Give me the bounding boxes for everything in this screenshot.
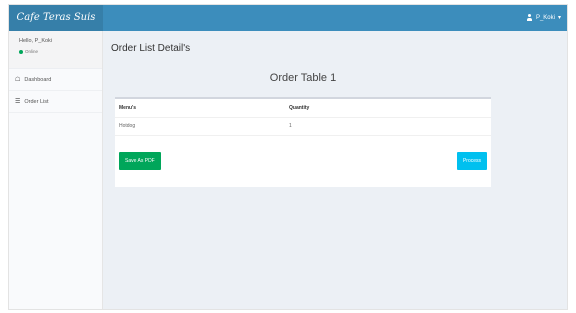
cell-menu: Hotdog bbox=[115, 117, 285, 136]
sidebar-item-order-list[interactable]: ☰ Order List bbox=[9, 91, 102, 113]
cell-quantity: 1 bbox=[285, 117, 491, 136]
sidebar-item-dashboard[interactable]: ☖ Dashboard bbox=[9, 69, 102, 91]
top-navbar: Cafe Teras Suis P_Koki ▾ bbox=[9, 5, 567, 31]
save-as-pdf-button[interactable]: Save As PDF bbox=[119, 152, 161, 170]
column-header-menu: Menu's bbox=[115, 99, 285, 118]
main-content: Order List Detail's Order Table 1 Menu's… bbox=[103, 31, 567, 309]
sidebar: Hello, P_Koki Online ☖ Dashboard ☰ Order… bbox=[9, 31, 103, 309]
caret-down-icon: ▾ bbox=[557, 15, 561, 21]
sidebar-item-label: Dashboard bbox=[24, 76, 52, 83]
online-status-icon bbox=[19, 49, 23, 54]
user-panel: Hello, P_Koki Online bbox=[9, 31, 102, 69]
list-icon: ☰ bbox=[15, 99, 21, 105]
table-title: Order Table 1 bbox=[269, 72, 337, 84]
column-header-quantity: Quantity bbox=[285, 99, 491, 118]
user-status-label: Online bbox=[25, 49, 39, 54]
user-status: Online bbox=[19, 49, 102, 54]
user-greeting: Hello, P_Koki bbox=[19, 38, 53, 44]
page-title: Order List Detail's bbox=[111, 43, 191, 54]
order-table-box: Order Table 1 Menu's Quantity Hotdog 1 S… bbox=[115, 72, 491, 187]
table-row: Hotdog 1 bbox=[115, 117, 491, 136]
app-window: Cafe Teras Suis P_Koki ▾ Hello, P_Koki O… bbox=[8, 4, 568, 310]
user-icon bbox=[526, 14, 533, 22]
brand-logo[interactable]: Cafe Teras Suis bbox=[9, 5, 103, 31]
user-menu-name: P_Koki bbox=[535, 15, 555, 21]
order-table: Menu's Quantity Hotdog 1 bbox=[115, 99, 491, 136]
dashboard-icon: ☖ bbox=[15, 77, 21, 83]
sidebar-item-label: Order List bbox=[24, 98, 49, 105]
user-menu[interactable]: P_Koki ▾ bbox=[526, 5, 561, 31]
process-button[interactable]: Process bbox=[456, 152, 487, 170]
table-header-row: Menu's Quantity bbox=[115, 99, 491, 118]
